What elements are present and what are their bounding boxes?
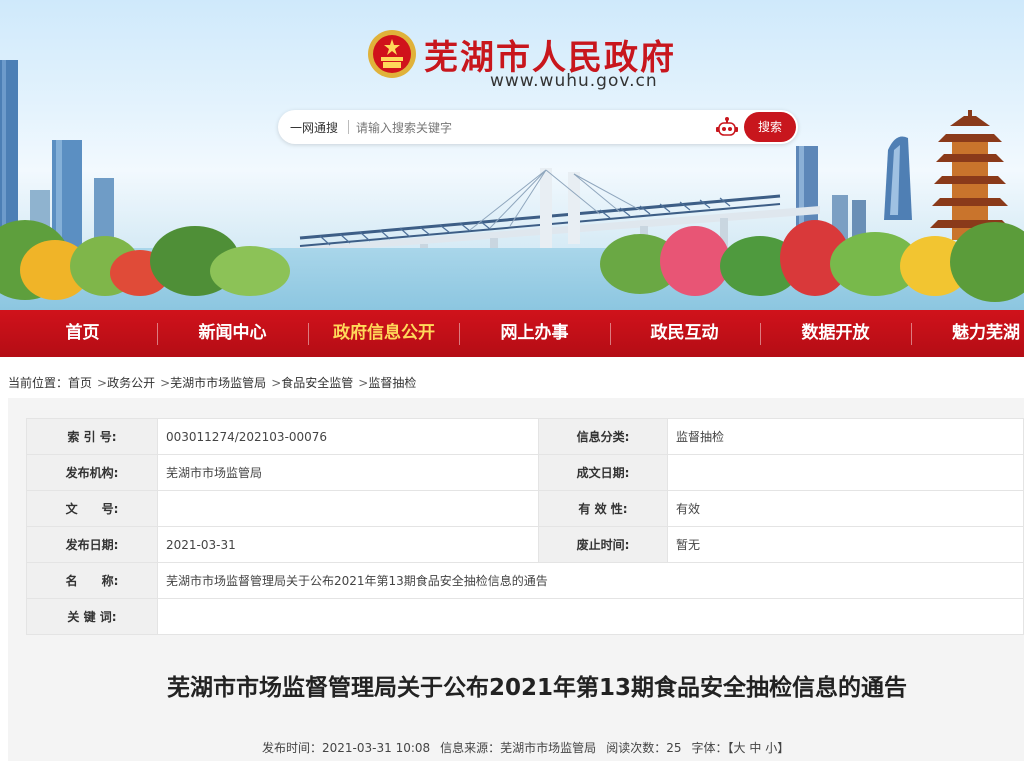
- search-input[interactable]: [354, 114, 658, 142]
- publisher-value: 芜湖市市场监管局: [157, 454, 539, 491]
- validity-label: 有 效 性:: [538, 490, 668, 527]
- name-value: 芜湖市市场监督管理局关于公布2021年第13期食品安全抽检信息的通告: [157, 562, 1024, 599]
- index-label: 索 引 号:: [26, 418, 158, 455]
- keyword-value: [157, 598, 1024, 635]
- doc-number-label: 文 号:: [26, 490, 158, 527]
- breadcrumb: 当前位置：首页 >政务公开 >芜湖市市场监管局 >食品安全监管 >监督抽检: [8, 374, 416, 391]
- nav-item-news[interactable]: 新闻中心: [170, 310, 295, 357]
- table-row: 发布日期: 2021-03-31 废止时间: 暂无: [26, 526, 1024, 563]
- keyword-label: 关 键 词:: [26, 598, 158, 635]
- nav-item-charm-wuhu[interactable]: 魅力芜湖: [934, 310, 1024, 357]
- breadcrumb-separator: >: [358, 376, 369, 390]
- article-meta: 发布时间：2021-03-31 10:08 信息来源：芜湖市市场监管局 阅读次数：2…: [262, 739, 789, 756]
- name-label: 名 称:: [26, 562, 158, 599]
- publish-time-label: 发布时间：: [262, 741, 323, 755]
- publisher-label: 发布机构:: [26, 454, 158, 491]
- breadcrumb-food-safety[interactable]: 食品安全监管: [281, 376, 353, 390]
- validity-value: 有效: [667, 490, 1024, 527]
- source-value: 芜湖市市场监管局: [500, 741, 597, 755]
- font-size-bracket-close: 】: [777, 741, 790, 755]
- breadcrumb-separator: >: [271, 376, 282, 390]
- search-divider: [348, 120, 349, 134]
- nav-item-online-services[interactable]: 网上办事: [472, 310, 597, 357]
- search-button[interactable]: 搜索: [744, 112, 796, 142]
- table-row: 名 称: 芜湖市市场监督管理局关于公布2021年第13期食品安全抽检信息的通告: [26, 562, 1024, 599]
- breadcrumb-separator: >: [160, 376, 171, 390]
- views-label: 阅读次数：: [606, 741, 667, 755]
- nav-divider: [459, 323, 460, 345]
- nav-divider: [610, 323, 611, 345]
- header-banner: 芜湖市人民政府 www.wuhu.gov.cn 一网通搜 搜索: [0, 0, 1024, 310]
- table-row: 关 键 词:: [26, 598, 1024, 635]
- font-size-large-button[interactable]: 大: [734, 741, 746, 755]
- nav-divider: [760, 323, 761, 345]
- publish-date-label: 发布日期:: [26, 526, 158, 563]
- breadcrumb-separator: >: [97, 376, 108, 390]
- table-row: 索 引 号: 003011274/202103-00076 信息分类: 监督抽检: [26, 418, 1024, 455]
- table-row: 发布机构: 芜湖市市场监管局 成文日期:: [26, 454, 1024, 491]
- source-label: 信息来源：: [440, 741, 501, 755]
- nav-divider: [308, 323, 309, 345]
- category-value: 监督抽检: [667, 418, 1024, 455]
- nav-item-gov-info[interactable]: 政府信息公开: [320, 310, 448, 357]
- breadcrumb-prefix: 当前位置：: [8, 376, 69, 390]
- publish-time-value: 2021-03-31 10:08: [322, 741, 431, 755]
- site-url: www.wuhu.gov.cn: [490, 71, 658, 91]
- breadcrumb-inspection[interactable]: 监督抽检: [368, 376, 416, 390]
- search-scope-label[interactable]: 一网通搜: [290, 119, 338, 136]
- abolish-date-label: 废止时间:: [538, 526, 668, 563]
- font-size-small-button[interactable]: 小: [765, 741, 777, 755]
- table-row: 文 号: 有 效 性: 有效: [26, 490, 1024, 527]
- font-size-medium-button[interactable]: 中: [749, 741, 761, 755]
- font-size-label: 字体：: [691, 741, 728, 755]
- publish-date-value: 2021-03-31: [157, 526, 539, 563]
- tree: [210, 246, 290, 296]
- article-title: 芜湖市市场监督管理局关于公布2021年第13期食品安全抽检信息的通告: [166, 675, 908, 701]
- national-emblem-icon: [368, 30, 416, 78]
- nav-item-home[interactable]: 首页: [20, 310, 145, 357]
- main-nav: 首页 新闻中心 政府信息公开 网上办事 政民互动 数据开放 魅力芜湖: [0, 310, 1024, 357]
- search-bar: 一网通搜 搜索: [278, 110, 798, 144]
- doc-number-value: [157, 490, 539, 527]
- nav-divider: [157, 323, 158, 345]
- created-date-value: [667, 454, 1024, 491]
- nav-divider: [911, 323, 912, 345]
- views-value: 25: [666, 741, 682, 755]
- created-date-label: 成文日期:: [538, 454, 668, 491]
- nav-item-open-data[interactable]: 数据开放: [773, 310, 898, 357]
- breadcrumb-gov-affairs[interactable]: 政务公开: [107, 376, 155, 390]
- category-label: 信息分类:: [538, 418, 668, 455]
- breadcrumb-market-bureau[interactable]: 芜湖市市场监管局: [170, 376, 266, 390]
- robot-assistant-icon[interactable]: [716, 116, 738, 138]
- index-value: 003011274/202103-00076: [157, 418, 539, 455]
- nav-item-interaction[interactable]: 政民互动: [622, 310, 747, 357]
- abolish-date-value: 暂无: [667, 526, 1024, 563]
- breadcrumb-home[interactable]: 首页: [68, 376, 92, 390]
- document-info-table: 索 引 号: 003011274/202103-00076 信息分类: 监督抽检…: [26, 418, 1024, 635]
